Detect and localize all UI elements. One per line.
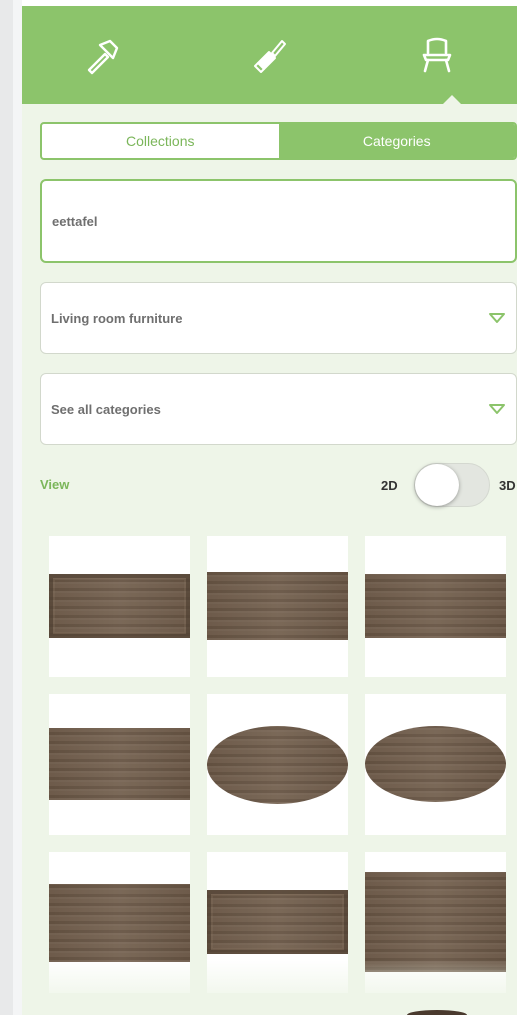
chevron-down-icon [489, 313, 505, 323]
product-thumbnail [207, 890, 348, 954]
product-thumbnail [207, 572, 348, 640]
tool-build[interactable] [22, 6, 182, 104]
window-edge [0, 0, 13, 1015]
next-row-peek [407, 1010, 467, 1015]
product-thumbnail [49, 728, 190, 800]
product-tile[interactable] [365, 536, 506, 677]
active-tool-pointer [436, 95, 468, 111]
chair-icon [422, 37, 452, 73]
product-panel: Collections Categories eettafel Living r… [22, 0, 517, 1015]
category-select[interactable]: Living room furniture [40, 282, 517, 354]
toggle-knob[interactable] [415, 464, 459, 506]
product-tile[interactable] [365, 694, 506, 835]
subcategory-select[interactable]: See all categories [40, 373, 517, 445]
chevron-down-icon [489, 404, 505, 414]
paintbrush-icon [254, 40, 286, 73]
category-select-value: Living room furniture [51, 310, 183, 326]
product-tile[interactable] [49, 694, 190, 835]
view-3d-label[interactable]: 3D [499, 478, 516, 493]
scroll-fade [22, 960, 517, 1015]
product-thumbnail [207, 726, 348, 804]
product-thumbnail [365, 872, 506, 972]
tool-furniture[interactable] [357, 6, 517, 104]
tool-bar [22, 6, 517, 111]
tab-collections[interactable]: Collections [42, 124, 279, 158]
view-2d-label[interactable]: 2D [381, 478, 398, 493]
subcategory-select-value: See all categories [51, 401, 161, 417]
view-2d-3d-toggle[interactable] [414, 463, 490, 507]
tool-paint[interactable] [190, 6, 350, 104]
view-toggle-row: View 2D 3D [40, 463, 517, 507]
product-tile[interactable] [207, 694, 348, 835]
view-mode-tabs: Collections Categories [40, 122, 517, 160]
product-tile[interactable] [49, 536, 190, 677]
tab-categories[interactable]: Categories [278, 124, 515, 158]
search-input-value: eettafel [52, 213, 98, 229]
product-thumbnail [49, 574, 190, 638]
product-thumbnail [365, 574, 506, 638]
view-label: View [40, 477, 70, 492]
product-tile[interactable] [207, 536, 348, 677]
panel-divider [13, 0, 22, 1015]
search-input[interactable]: eettafel [40, 179, 517, 263]
hammer-icon [87, 39, 119, 75]
product-thumbnail [49, 884, 190, 962]
product-thumbnail [365, 726, 506, 802]
